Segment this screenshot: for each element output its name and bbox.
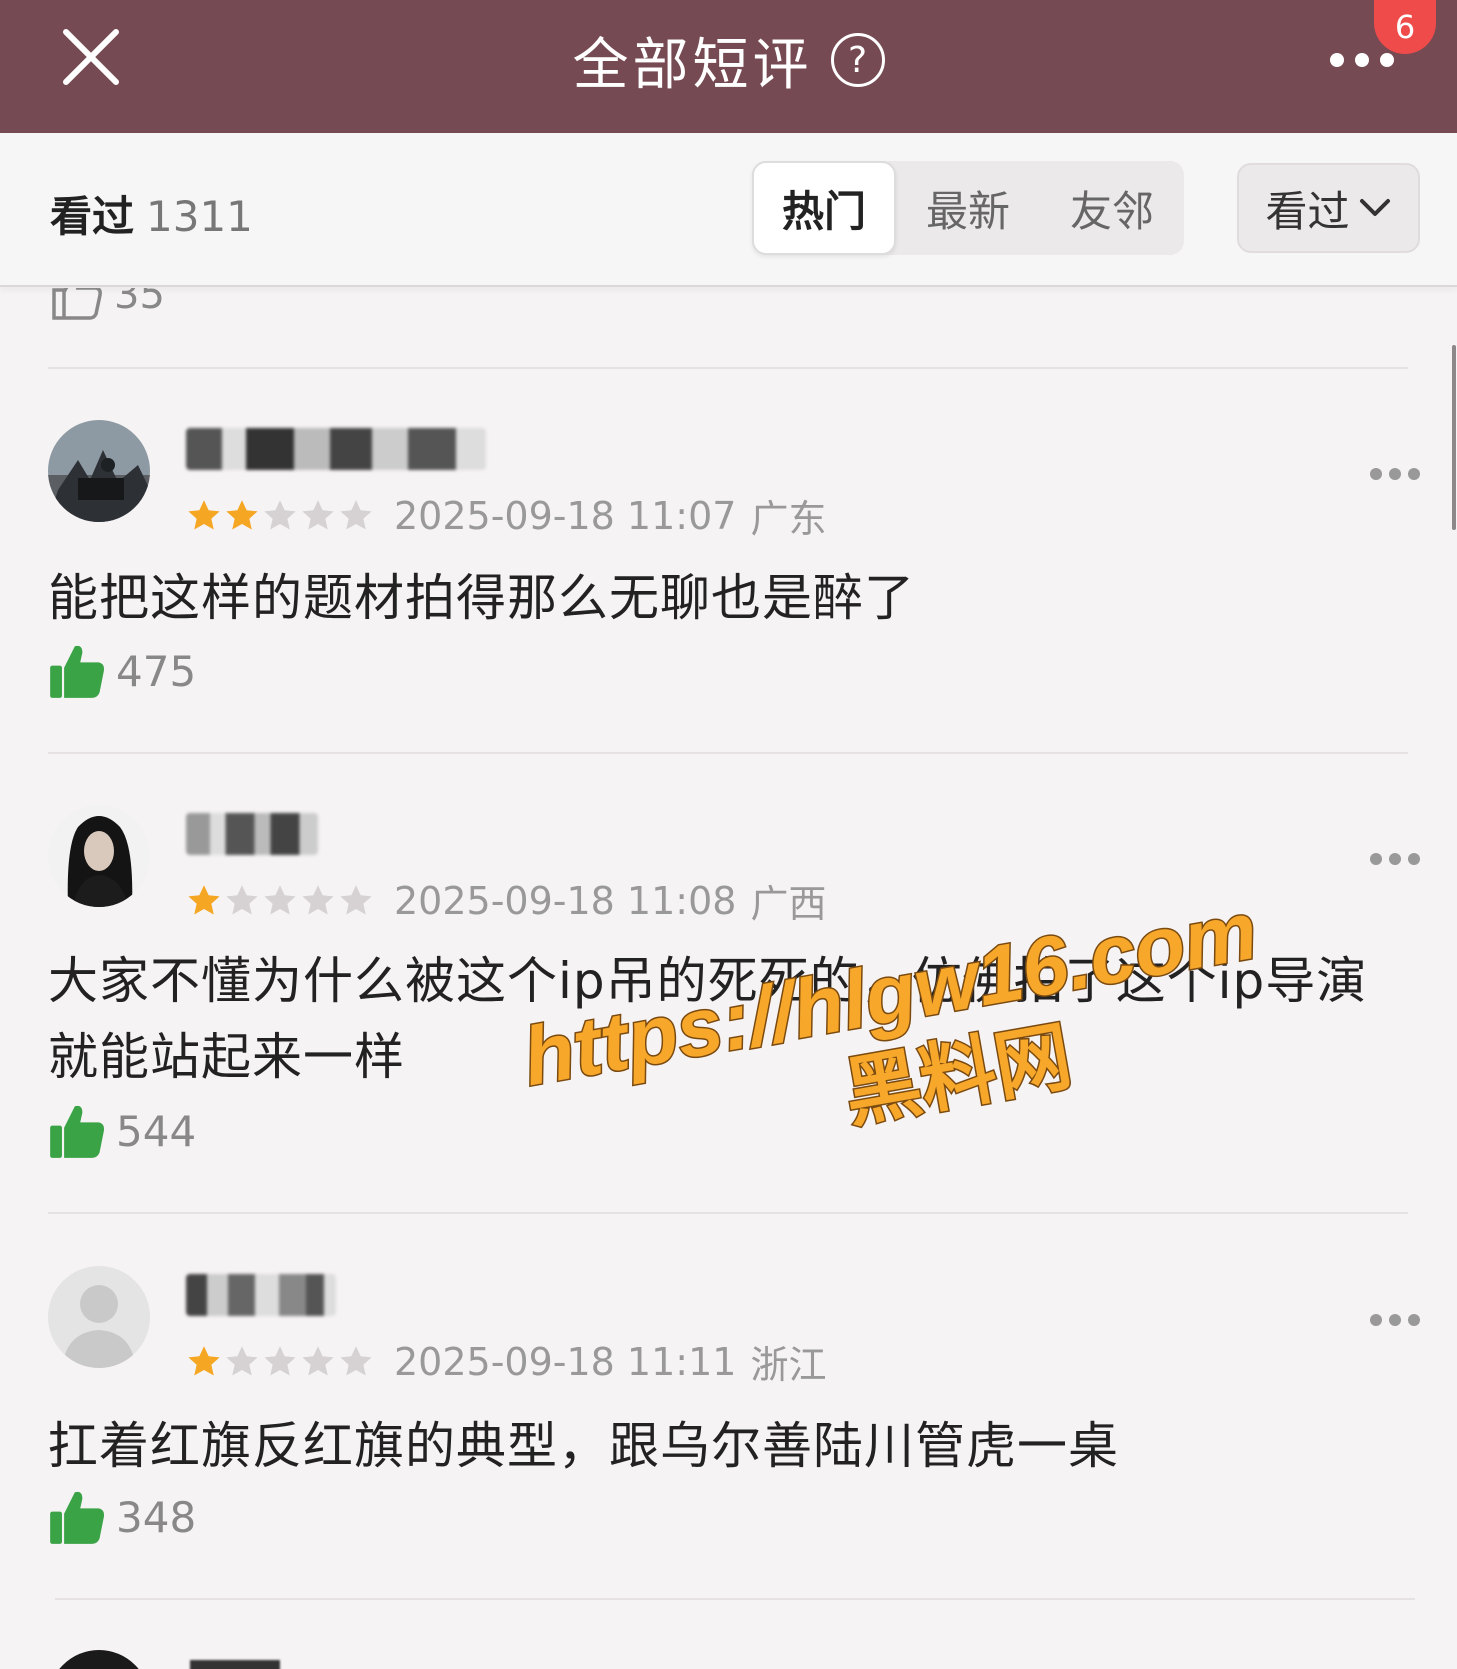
more-dot-icon	[1389, 1314, 1401, 1326]
divider	[48, 367, 1408, 369]
next-review-username-partial	[190, 1660, 280, 1669]
username-redacted[interactable]	[186, 813, 318, 855]
rating-stars	[186, 1344, 374, 1380]
star-empty-icon	[264, 499, 296, 529]
divider	[48, 752, 1408, 754]
like-count: 348	[116, 1492, 197, 1542]
short-reviews-screen: 全部短评 ? 6 看过 1311 热门 最新 友邻 看过 35 2025-09-…	[0, 0, 1457, 1669]
review-more-button[interactable]	[1370, 462, 1424, 486]
star-filled-icon	[188, 1345, 220, 1375]
more-dot-icon	[1370, 853, 1382, 865]
review-time: 2025-09-18 11:08	[394, 878, 737, 923]
star-empty-icon	[226, 1345, 258, 1375]
tab-latest[interactable]: 最新	[896, 161, 1040, 255]
review-location: 广西	[750, 882, 827, 926]
review-content: 扛着红旗反红旗的典型，跟乌尔善陆川管虎一桌	[48, 1417, 1119, 1475]
review-meta: 2025-09-18 11:11 浙江	[186, 1334, 826, 1389]
rating-stars	[186, 883, 374, 919]
title-group: 全部短评 ?	[0, 0, 1457, 120]
star-empty-icon	[226, 884, 258, 914]
star-empty-icon	[302, 1345, 334, 1375]
seen-count: 看过 1311	[50, 183, 253, 244]
review-meta: 2025-09-18 11:08 广西	[186, 873, 826, 928]
more-dot-icon	[1408, 1314, 1420, 1326]
star-empty-icon	[264, 884, 296, 914]
more-dot-icon	[1408, 853, 1420, 865]
tab-friends[interactable]: 友邻	[1040, 161, 1184, 255]
avatar[interactable]	[48, 1266, 150, 1368]
review-content: 大家不懂为什么被这个ip吊的死死的，仿佛拍了这个ip导演就能站起来一样	[48, 952, 1368, 1086]
help-icon[interactable]: ?	[830, 33, 885, 87]
more-dot-icon	[1370, 468, 1382, 480]
star-filled-icon	[188, 884, 220, 914]
seen-filter-label: 看过	[1265, 186, 1350, 236]
star-filled-icon	[188, 499, 220, 529]
star-empty-icon	[302, 499, 334, 529]
more-dot-icon	[1389, 853, 1401, 865]
next-review-partial	[48, 1650, 150, 1669]
star-empty-icon	[340, 884, 372, 914]
review-content: 能把这样的题材拍得那么无聊也是醉了	[48, 569, 915, 627]
star-empty-icon	[302, 884, 334, 914]
star-filled-icon	[226, 499, 258, 529]
divider	[48, 1212, 1408, 1214]
seen-count-value: 1311	[146, 192, 253, 241]
review-time: 2025-09-18 11:07	[394, 493, 737, 538]
thumb-up-icon	[50, 1491, 105, 1544]
star-empty-icon	[340, 499, 372, 529]
review-more-button[interactable]	[1370, 1308, 1424, 1332]
avatar[interactable]	[48, 420, 150, 522]
avatar-image	[48, 420, 150, 522]
sort-segmented-control: 热门 最新 友邻	[752, 161, 1184, 255]
review-time: 2025-09-18 11:11	[394, 1339, 737, 1384]
page-title: 全部短评	[572, 32, 813, 98]
more-dot-icon	[1389, 468, 1401, 480]
thumb-up-icon	[50, 645, 105, 698]
like-button[interactable]: 348	[48, 1488, 196, 1546]
review-meta: 2025-09-18 11:07 广东	[186, 488, 826, 543]
default-avatar-icon	[48, 1266, 150, 1368]
like-button[interactable]: 475	[48, 642, 196, 700]
more-dot-icon	[1408, 468, 1420, 480]
star-empty-icon	[340, 1345, 372, 1375]
divider	[55, 1598, 1415, 1600]
filter-bar: 看过 1311 热门 最新 友邻 看过	[0, 133, 1457, 287]
avatar[interactable]	[48, 805, 150, 907]
more-dot-icon	[1380, 53, 1394, 67]
more-dot-icon	[1355, 53, 1369, 67]
scrollbar-thumb[interactable]	[1452, 345, 1456, 530]
review-location: 浙江	[750, 1343, 827, 1387]
review-location: 广东	[750, 497, 827, 541]
rating-stars	[186, 498, 374, 534]
like-count: 475	[116, 646, 197, 696]
thumb-up-icon	[50, 1105, 105, 1158]
like-button[interactable]: 544	[48, 1102, 196, 1160]
chevron-down-icon	[1359, 199, 1390, 216]
review-more-button[interactable]	[1370, 847, 1424, 871]
avatar-image	[48, 805, 150, 907]
star-empty-icon	[264, 1345, 296, 1375]
username-redacted[interactable]	[186, 1274, 336, 1316]
seen-count-label: 看过	[50, 192, 135, 241]
like-count: 544	[116, 1106, 197, 1156]
tab-hot[interactable]: 热门	[752, 161, 896, 255]
more-dot-icon	[1330, 53, 1344, 67]
more-dot-icon	[1370, 1314, 1382, 1326]
seen-filter-dropdown[interactable]: 看过	[1237, 163, 1420, 253]
username-redacted[interactable]	[186, 428, 486, 470]
top-bar: 全部短评 ? 6	[0, 0, 1457, 133]
